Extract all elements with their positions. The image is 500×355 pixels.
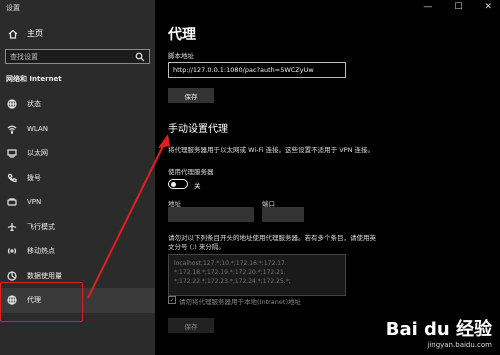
section-header: 网络和 Internet	[6, 75, 62, 83]
ethernet-icon	[7, 148, 17, 158]
home-nav-item[interactable]: 主页	[8, 28, 43, 39]
sidebar-item-label: VPN	[27, 198, 42, 207]
sidebar-item-dialup[interactable]: 拨号	[0, 166, 155, 191]
data-usage-icon	[7, 271, 17, 281]
address-input[interactable]	[168, 207, 254, 222]
airplane-icon	[7, 222, 17, 232]
exceptions-line: *;172.18.*;172.19.*;172.20.*;172.21.	[174, 269, 286, 276]
content-pane: — ☐ ✕ 代理 脚本地址 http://127.0.0.1:1080/pac?…	[155, 0, 500, 355]
annotation-box	[0, 282, 83, 322]
local-bypass-checkbox[interactable]: ✓	[168, 296, 176, 304]
script-address-label: 脚本地址	[168, 52, 194, 60]
baidu-watermark: Bai du 经验 jingyan.baidu.com	[386, 315, 492, 349]
sidebar-item-label: 移动热点	[27, 247, 55, 256]
sidebar-item-label: 飞行模式	[27, 222, 55, 231]
save-button[interactable]: 保存	[168, 88, 214, 103]
use-proxy-toggle[interactable]	[168, 179, 188, 189]
search-input[interactable]: 查找设置	[5, 49, 150, 64]
script-address-input[interactable]: http://127.0.0.1:1080/pac?auth=5WCZyUw	[168, 62, 346, 78]
sidebar-item-label: 状态	[27, 100, 41, 109]
watermark-logo: Bai du 经验	[385, 319, 492, 340]
sidebar-item-vpn[interactable]: VPN	[0, 190, 155, 215]
port-input[interactable]	[262, 207, 304, 222]
sidebar-nav: 状态 WLAN 以太网 拨号 VPN 飞行模式 移动热点 数据使用量 代理	[0, 92, 155, 313]
sidebar-item-ethernet[interactable]: 以太网	[0, 141, 155, 166]
page-title: 代理	[168, 27, 196, 43]
sidebar-item-airplane[interactable]: 飞行模式	[0, 215, 155, 240]
save-button-2[interactable]: 保存	[168, 318, 214, 333]
toggle-state-text: 关	[194, 182, 201, 190]
search-icon[interactable]	[135, 52, 145, 62]
use-proxy-label: 使用代理服务器	[168, 168, 214, 176]
globe-status-icon	[7, 99, 17, 110]
window-title: 设置	[6, 4, 20, 12]
sidebar-item-label: 拨号	[27, 173, 41, 182]
sidebar-item-label: WLAN	[27, 124, 49, 133]
maximize-icon[interactable]: ☐	[454, 2, 462, 12]
sidebar-item-label: 以太网	[27, 149, 48, 158]
close-icon[interactable]: ✕	[484, 2, 492, 12]
vpn-icon	[7, 197, 17, 207]
exceptions-line: localhost;127.*;10.*;172.16.*;172.17.	[174, 260, 287, 267]
home-label: 主页	[27, 29, 43, 38]
checkmark-icon: ✓	[169, 296, 175, 304]
exceptions-desc-line2: 文分号 (;) 来分隔。	[168, 243, 225, 251]
window-controls: — ☐ ✕	[423, 2, 492, 12]
exceptions-line: *;172.22.*;172.23.*;172.24.*;172.25.*;	[174, 278, 291, 285]
manual-proxy-title: 手动设置代理	[168, 124, 228, 135]
phone-icon	[7, 173, 17, 183]
sidebar-item-wlan[interactable]: WLAN	[0, 117, 155, 142]
search-placeholder: 查找设置	[10, 52, 38, 61]
watermark-url: jingyan.baidu.com	[427, 341, 492, 349]
sidebar-item-status[interactable]: 状态	[0, 92, 155, 117]
sidebar-item-hotspot[interactable]: 移动热点	[0, 239, 155, 264]
wifi-icon	[7, 124, 17, 134]
exceptions-textarea[interactable]: localhost;127.*;10.*;172.16.*;172.17. *;…	[168, 254, 346, 296]
home-icon	[8, 29, 18, 39]
manual-proxy-desc: 将代理服务器用于以太网或 Wi-Fi 连接。这些设置不适用于 VPN 连接。	[168, 146, 375, 154]
local-bypass-label: 请勿将代理服务器用于本地(Intranet)地址	[179, 298, 301, 306]
minimize-icon[interactable]: —	[423, 2, 432, 12]
sidebar-item-label: 数据使用量	[27, 271, 62, 280]
hotspot-icon	[7, 246, 17, 256]
